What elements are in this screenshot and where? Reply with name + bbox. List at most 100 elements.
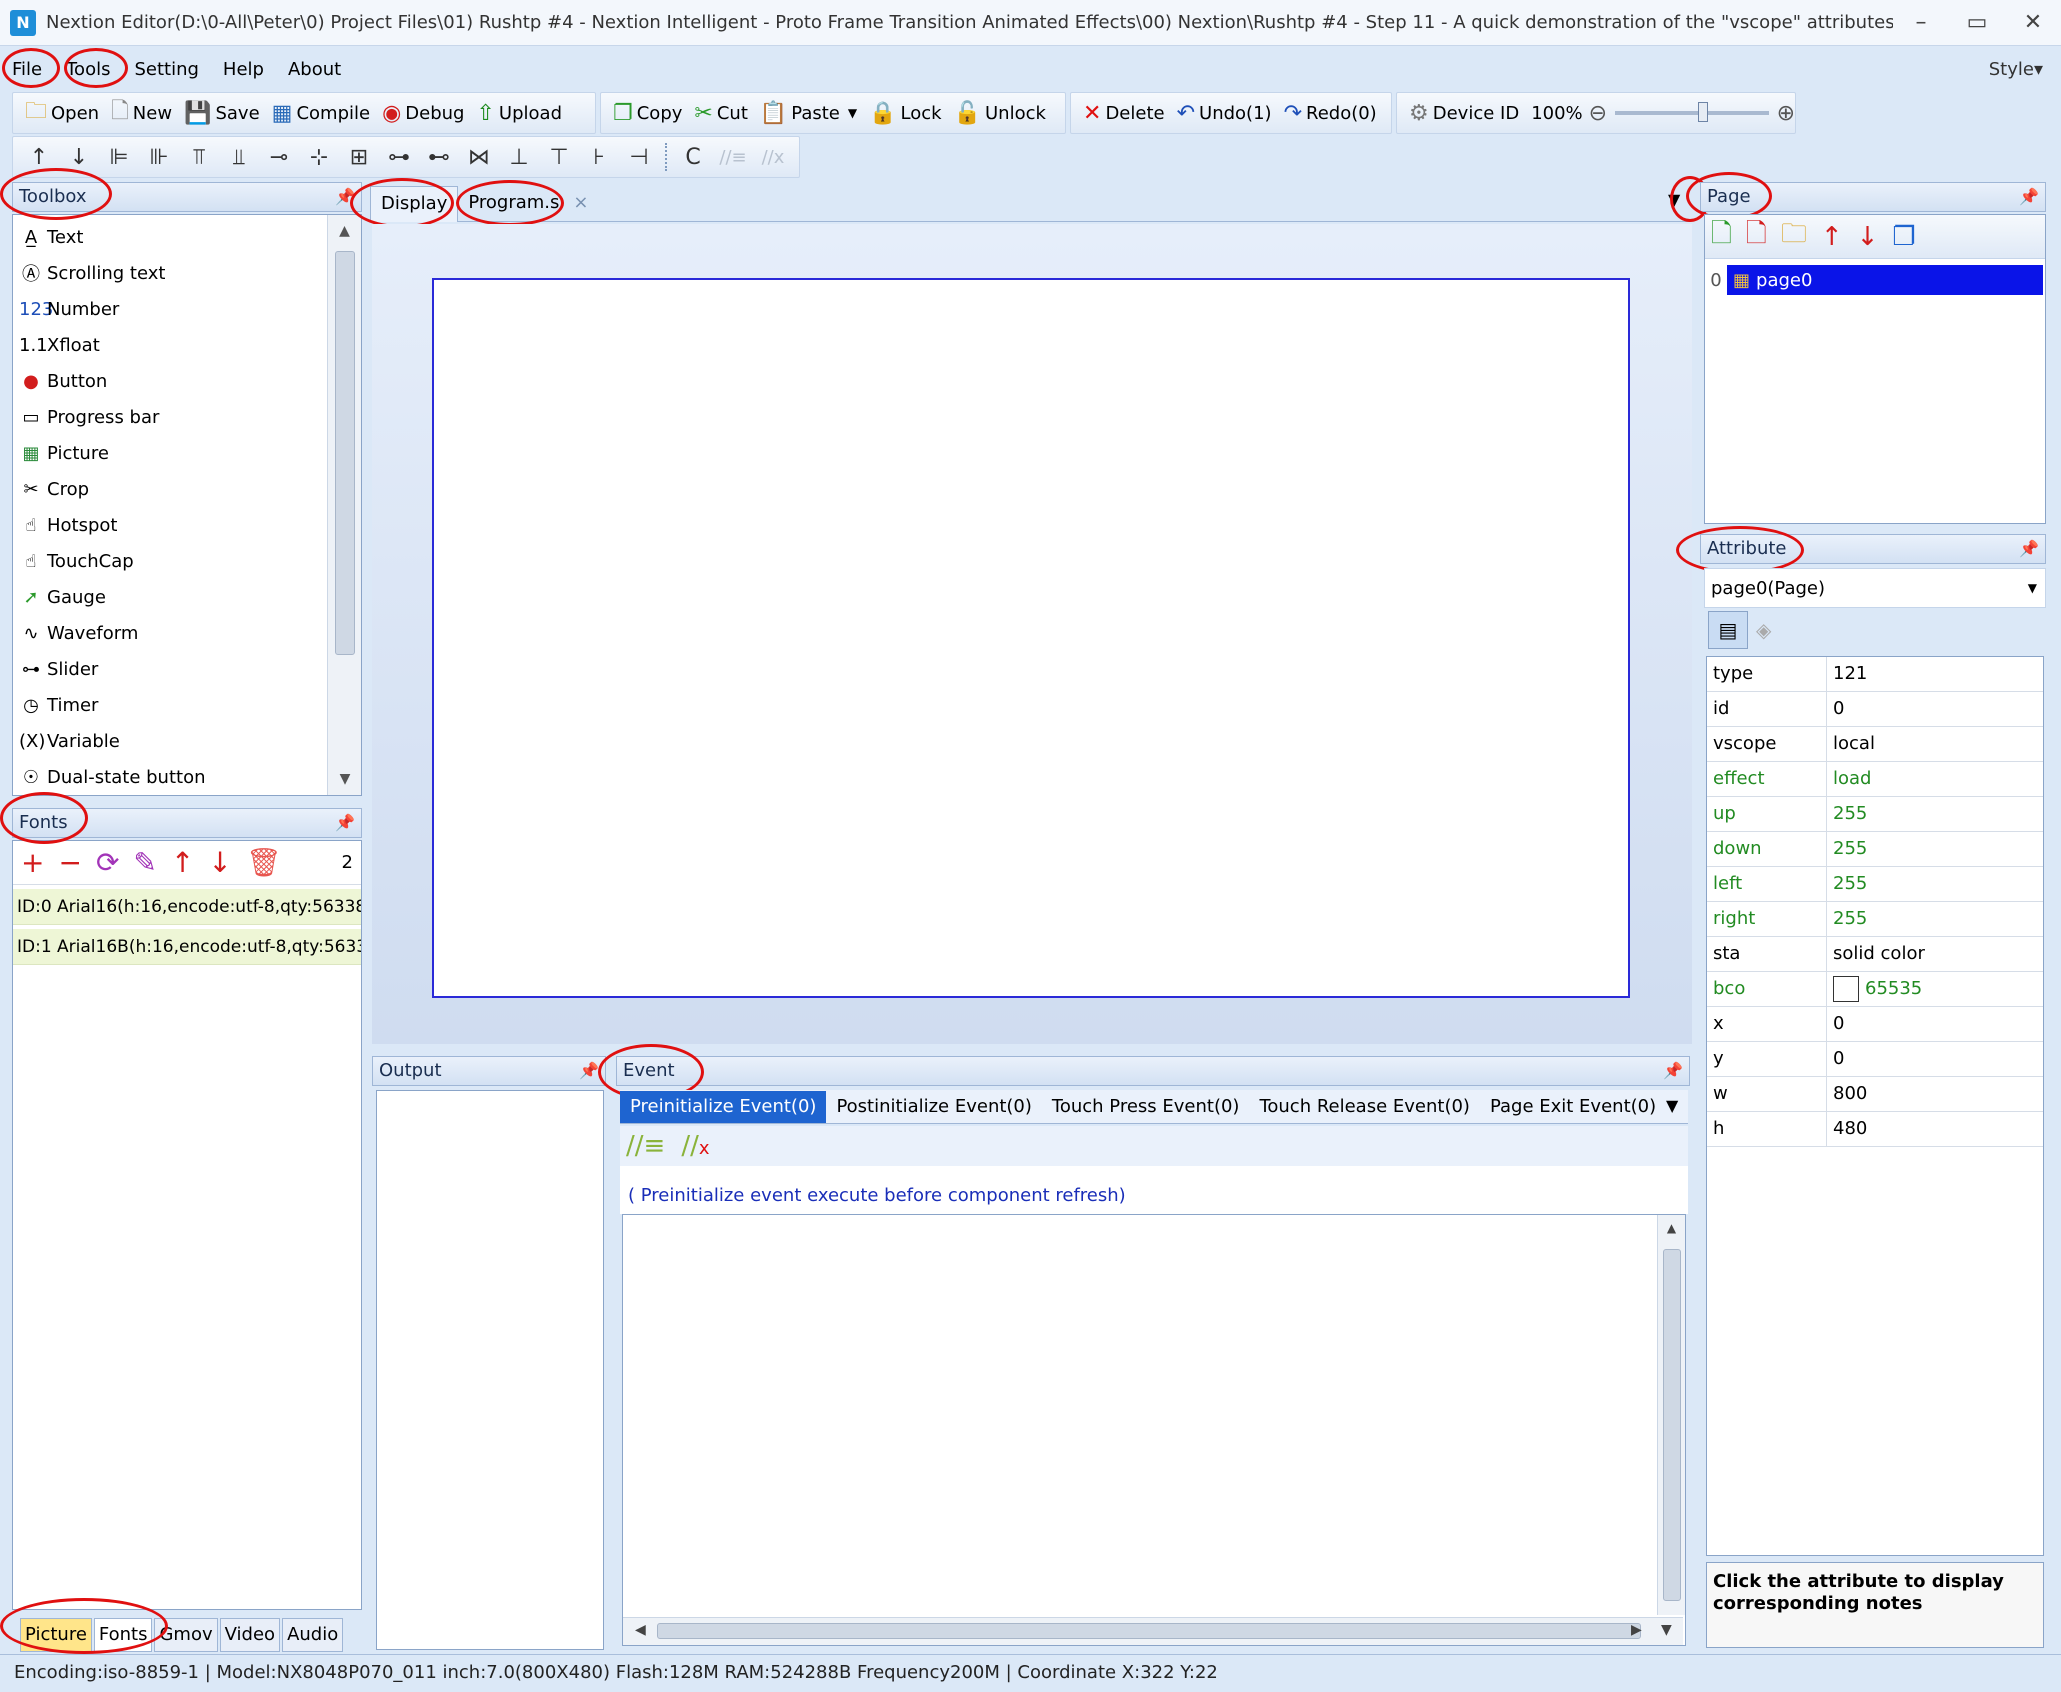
pin-icon[interactable]: 📌: [335, 809, 355, 837]
move-down-icon[interactable]: ↓: [1857, 222, 1879, 252]
align-tool-icon[interactable]: ⊤: [539, 145, 579, 170]
align-tool-icon[interactable]: ⊹: [299, 145, 339, 170]
upload-button[interactable]: ⇧ Upload: [470, 93, 568, 133]
remove-icon[interactable]: −: [58, 846, 81, 879]
scrollbar-thumb[interactable]: [335, 251, 355, 655]
align-tool-icon[interactable]: ⊷: [419, 145, 459, 170]
move-up-icon[interactable]: ↑: [1821, 222, 1843, 252]
scroll-left-icon[interactable]: ◀: [635, 1622, 646, 1638]
attribute-row-left[interactable]: left 255: [1707, 867, 2043, 902]
resource-tab-audio[interactable]: Audio: [282, 1618, 344, 1652]
edit-icon[interactable]: ✎: [133, 846, 156, 879]
chevron-down-icon[interactable]: ▼: [2028, 581, 2037, 595]
zoom-in-icon[interactable]: ⊕: [1777, 101, 1795, 126]
attribute-value[interactable]: 800: [1827, 1077, 2043, 1111]
page-item-selected[interactable]: ▦ page0: [1727, 265, 2043, 295]
device-id-button[interactable]: ⚙ Device ID: [1403, 93, 1525, 133]
toolbox-item-hotspot[interactable]: ☝ Hotspot: [13, 507, 325, 543]
attribute-value[interactable]: 255: [1827, 902, 2043, 936]
align-tool-icon[interactable]: ⋈: [459, 145, 499, 170]
page-canvas[interactable]: [432, 278, 1630, 998]
attribute-value[interactable]: 121: [1827, 657, 2043, 691]
refresh-icon[interactable]: ⟳: [96, 846, 119, 879]
attribute-value[interactable]: 0: [1827, 1007, 2043, 1041]
toolbox-item-timer[interactable]: ◷ Timer: [13, 687, 325, 723]
attribute-row-type[interactable]: type 121: [1707, 657, 2043, 692]
align-tool-icon[interactable]: ⊶: [379, 145, 419, 170]
scroll-down-icon[interactable]: ▼: [328, 771, 361, 787]
attribute-row-right[interactable]: right 255: [1707, 902, 2043, 937]
categorized-view-icon[interactable]: ▤: [1708, 611, 1748, 649]
scroll-down-icon[interactable]: ▼: [1661, 1622, 1672, 1638]
align-tool-icon[interactable]: ⊪: [139, 145, 179, 170]
close-window-button[interactable]: ✕: [2005, 0, 2061, 45]
lock-button[interactable]: 🔒 Lock: [863, 93, 947, 133]
toolbox-item-xfloat[interactable]: 1.1 Xfloat: [13, 327, 325, 363]
move-up-icon[interactable]: ↑: [171, 846, 194, 879]
event-tab-1[interactable]: Postinitialize Event(0): [826, 1091, 1041, 1123]
pin-icon[interactable]: 📌: [2019, 183, 2039, 211]
font-list-item[interactable]: ID:0 Arial16(h:16,encode:utf-8,qty:56338: [13, 889, 361, 925]
delete-page-icon[interactable]: 🗋: [1746, 215, 1767, 259]
comment-icon[interactable]: //≡: [626, 1131, 665, 1161]
align-tool-icon[interactable]: ⊫: [99, 145, 139, 170]
toolbox-item-crop[interactable]: ✂ Crop: [13, 471, 325, 507]
menu-setting[interactable]: Setting: [122, 59, 210, 80]
toolbox-item-text[interactable]: A̲ Text: [13, 219, 325, 255]
attribute-row-w[interactable]: w 800: [1707, 1077, 2043, 1112]
zoom-slider[interactable]: [1615, 102, 1769, 122]
event-code-editor[interactable]: ▲ ◀ ▶ ▼: [622, 1214, 1686, 1646]
align-tool-icon[interactable]: ↓: [59, 145, 99, 170]
menu-about[interactable]: About: [276, 59, 353, 80]
align-tool-icon[interactable]: ⫪: [179, 145, 219, 170]
compile-button[interactable]: ▦ Compile: [266, 93, 376, 133]
toolbox-item-dual-state-button[interactable]: ☉ Dual-state button: [13, 759, 325, 795]
event-vscrollbar[interactable]: ▲: [1657, 1215, 1685, 1615]
unlock-button[interactable]: 🔓 Unlock: [948, 93, 1052, 133]
chevron-down-icon[interactable]: ▼: [1666, 1096, 1678, 1115]
attribute-value[interactable]: 255: [1827, 832, 2043, 866]
event-tab-3[interactable]: Touch Release Event(0): [1249, 1091, 1480, 1123]
toolbox-item-variable[interactable]: (X) Variable: [13, 723, 325, 759]
scroll-right-icon[interactable]: ▶: [1631, 1622, 1642, 1638]
attribute-row-up[interactable]: up 255: [1707, 797, 2043, 832]
align-tool-icon[interactable]: ⫫: [219, 145, 259, 170]
attribute-row-down[interactable]: down 255: [1707, 832, 2043, 867]
maximize-button[interactable]: ▭: [1949, 0, 2005, 45]
cut-button[interactable]: ✂ Cut: [688, 93, 753, 133]
undo-button[interactable]: ↶ Undo(1): [1171, 93, 1278, 133]
toolbox-item-gauge[interactable]: ➚ Gauge: [13, 579, 325, 615]
toolbox-item-button[interactable]: ● Button: [13, 363, 325, 399]
save-button[interactable]: 💾 Save: [178, 93, 266, 133]
toolbox-item-slider[interactable]: ⊶ Slider: [13, 651, 325, 687]
pin-icon[interactable]: 📌: [1663, 1057, 1683, 1085]
zoom-out-icon[interactable]: ⊖: [1589, 101, 1607, 126]
copy-button[interactable]: ❐ Copy: [607, 93, 688, 133]
delete-button[interactable]: ✕ Delete: [1077, 93, 1171, 133]
uncomment-icon[interactable]: //x: [681, 1131, 709, 1161]
attribute-value[interactable]: solid color: [1827, 937, 2043, 971]
toolbox-scrollbar[interactable]: ▲ ▼: [327, 215, 361, 795]
attribute-value[interactable]: local: [1827, 727, 2043, 761]
attribute-value[interactable]: 255: [1827, 797, 2043, 831]
attribute-row-h[interactable]: h 480: [1707, 1112, 2043, 1147]
toolbox-item-waveform[interactable]: ∿ Waveform: [13, 615, 325, 651]
align-tool-icon[interactable]: ⊣: [619, 145, 659, 170]
scroll-up-icon[interactable]: ▲: [1658, 1221, 1685, 1235]
align-tool-icon[interactable]: ⊸: [259, 145, 299, 170]
event-hscrollbar[interactable]: ◀ ▶ ▼: [623, 1617, 1683, 1645]
page-list-item[interactable]: 0 ▦ page0: [1705, 263, 2045, 297]
minimize-button[interactable]: –: [1893, 0, 1949, 45]
debug-button[interactable]: ◉ Debug: [376, 93, 470, 133]
redo-button[interactable]: ↷ Redo(0): [1278, 93, 1383, 133]
attribute-value[interactable]: load: [1827, 762, 2043, 796]
attribute-row-y[interactable]: y0: [1707, 1042, 2043, 1077]
toolbox-item-number[interactable]: 123 Number: [13, 291, 325, 327]
copy-page-icon[interactable]: ❐: [1892, 222, 1915, 252]
scroll-up-icon[interactable]: ▲: [328, 223, 361, 239]
attribute-row-sta[interactable]: sta solid color: [1707, 937, 2043, 972]
attribute-row-effect[interactable]: effect load: [1707, 762, 2043, 797]
paste-button[interactable]: 📋 Paste ▼: [754, 93, 863, 133]
attribute-value[interactable]: 65535: [1827, 972, 2043, 1006]
attribute-row-bco[interactable]: bco 65535: [1707, 972, 2043, 1007]
